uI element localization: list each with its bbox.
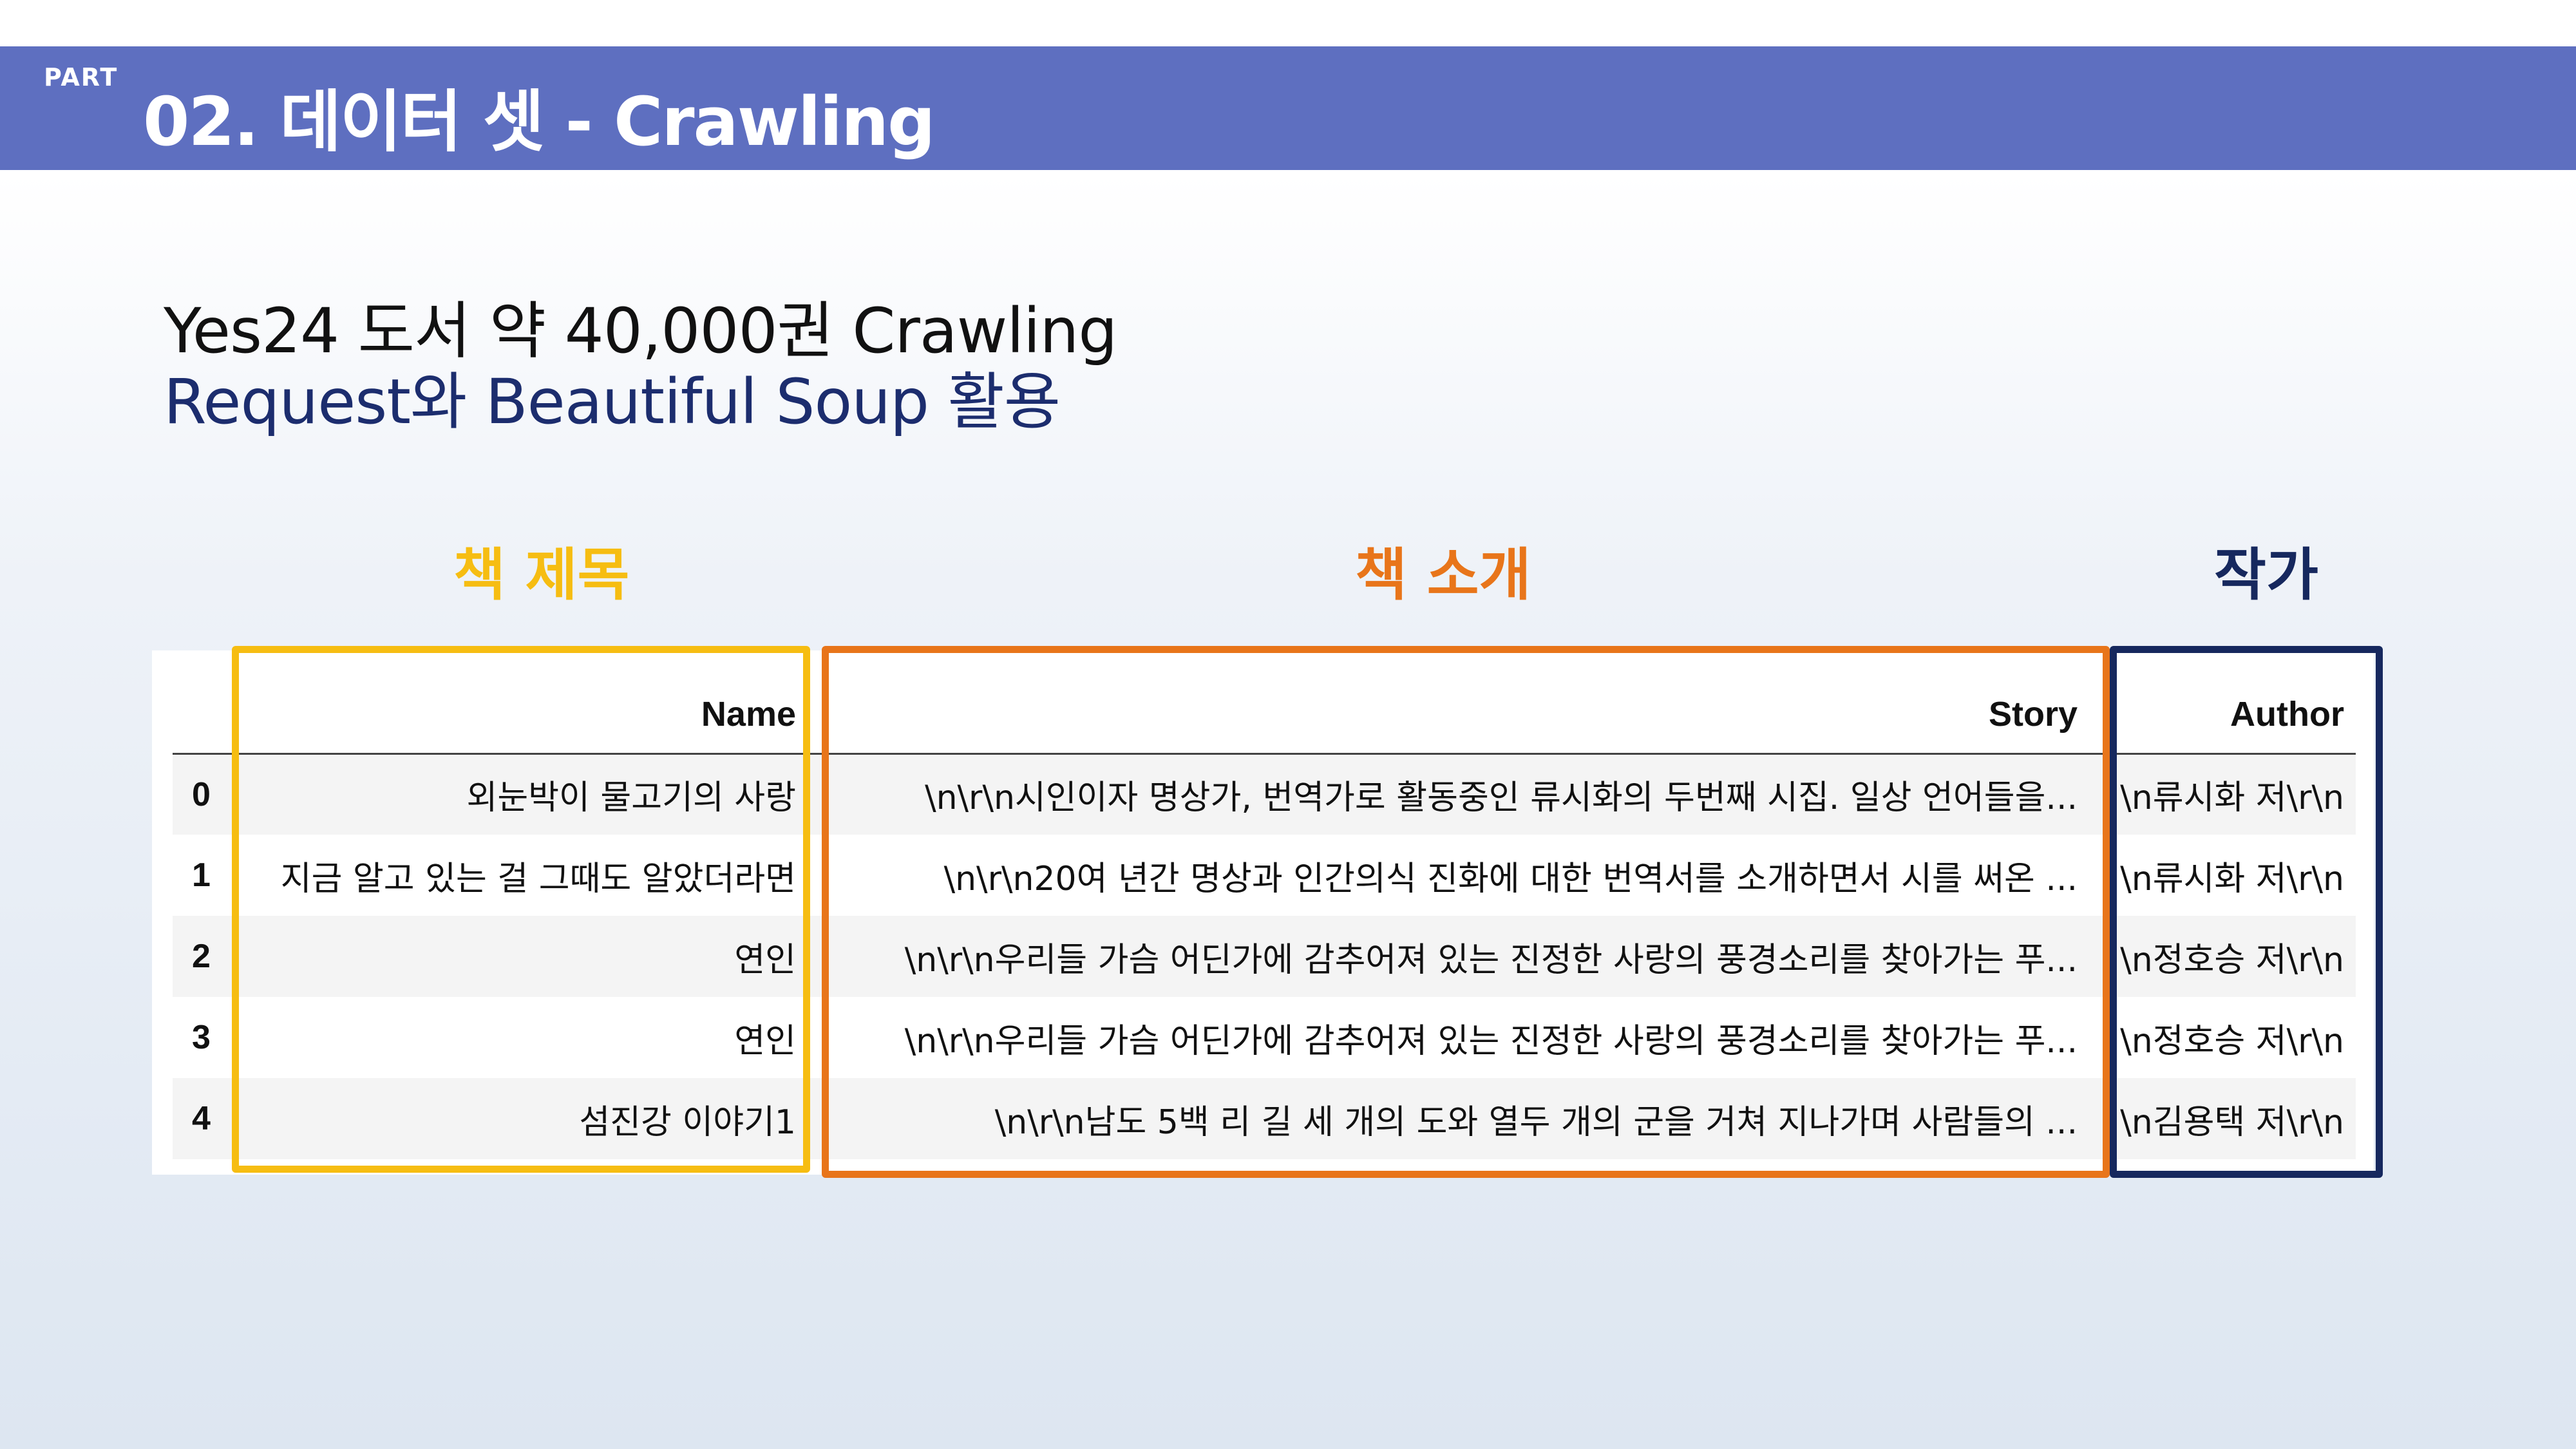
subtitle-tools: Request와 Beautiful Soup 활용	[164, 366, 1061, 438]
row-index: 2	[192, 938, 211, 975]
story-column-highlight	[822, 646, 2110, 1178]
slide: PART 02. 데이터 셋 - Crawling Yes24 도서 약 40,…	[0, 0, 2576, 1449]
row-index: 1	[192, 857, 211, 894]
row-index: 0	[192, 775, 211, 813]
part-label: PART	[44, 63, 118, 91]
heading-book-title: 책 제목	[453, 542, 630, 608]
heading-author: 작가	[2214, 542, 2318, 608]
page-title: 02. 데이터 셋 - Crawling	[143, 82, 936, 161]
index-header	[173, 676, 241, 755]
author-column-highlight	[2110, 646, 2383, 1178]
row-index: 3	[192, 1019, 211, 1056]
heading-book-intro: 책 소개	[1355, 542, 1531, 608]
row-index: 4	[192, 1100, 211, 1137]
title-column-highlight	[232, 646, 810, 1173]
